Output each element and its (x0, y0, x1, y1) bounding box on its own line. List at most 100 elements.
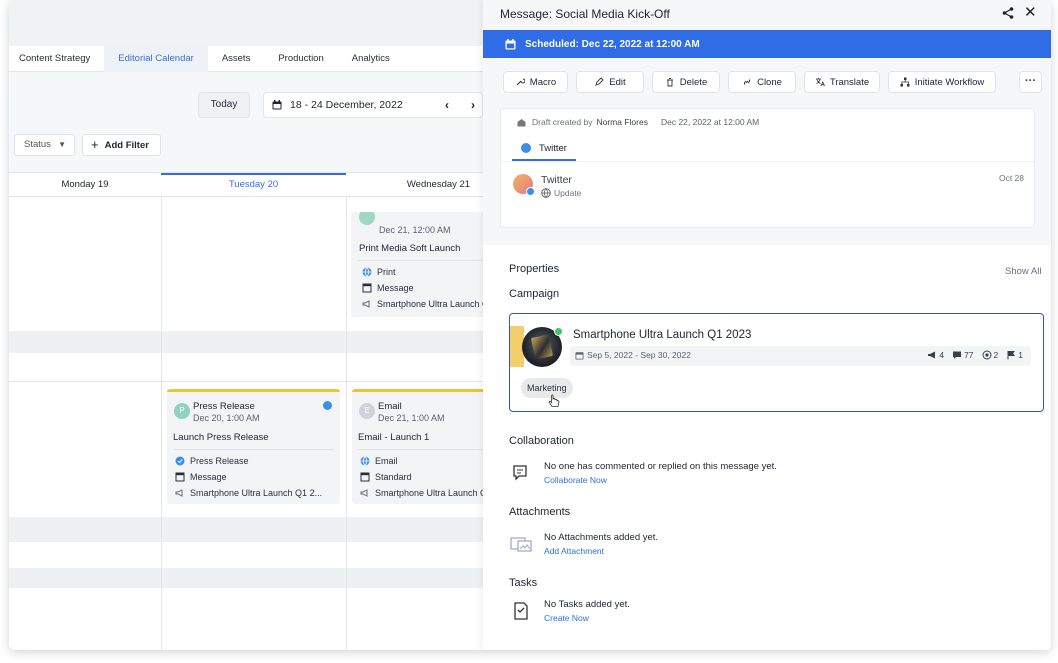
author-name[interactable]: Norma Flores (596, 117, 647, 127)
campaign-stat-messages: 77 (952, 350, 974, 360)
verified-icon (323, 401, 332, 410)
globe-icon (360, 456, 370, 466)
collaboration-empty: No one has commented or replied on this … (509, 461, 777, 485)
task-icon (514, 602, 528, 620)
tab-bar: Content Strategy Editorial Calendar Asse… (9, 46, 483, 72)
card-campaign-row: Smartphone Ultra Launch Q1 2023 (360, 488, 483, 498)
scheduled-text: Scheduled: Dec 22, 2022 at 12:00 AM (525, 38, 700, 50)
card-type: Press Release (193, 401, 255, 412)
calendar-card-print[interactable]: Dec 21, 12:00 AM Print Media Soft Launch… (351, 212, 483, 317)
target-icon (982, 350, 992, 360)
day-header-monday: Monday 19 (61, 179, 109, 190)
pencil-icon (595, 77, 604, 86)
card-title: Launch Press Release (173, 432, 269, 443)
card-type-row: Message (175, 472, 227, 482)
card-time: Dec 21, 12:00 AM (379, 225, 451, 235)
avatar (359, 212, 375, 225)
initiate-workflow-button[interactable]: Initiate Workflow (888, 71, 996, 93)
campaign-dates: Sep 5, 2022 - Sep 30, 2022 (575, 350, 691, 360)
card-campaign-row: Smartphone Ultra Launch Q1 2... (175, 488, 322, 498)
wrench-icon (516, 78, 525, 86)
post-channel-name: Twitter (541, 174, 572, 186)
megaphone-icon (928, 351, 936, 359)
day-header-tuesday: Tuesday 20 (161, 173, 346, 197)
card-time: Dec 21, 1:00 AM (378, 413, 445, 423)
more-options-button[interactable]: ··· (1019, 71, 1042, 93)
message-preview-box: Draft created by Norma Flores Dec 22, 20… (500, 108, 1035, 228)
workflow-icon (900, 77, 910, 87)
card-type: Email (378, 401, 402, 412)
tab-editorial-calendar[interactable]: Editorial Calendar (104, 46, 208, 72)
tasks-empty-text: No Tasks added yet. (544, 599, 630, 610)
megaphone-icon (360, 489, 368, 497)
add-attachment-link[interactable]: Add Attachment (544, 546, 658, 556)
card-time: Dec 20, 1:00 AM (193, 413, 260, 423)
attachments-heading: Attachments (509, 506, 571, 518)
tab-analytics[interactable]: Analytics (338, 46, 404, 72)
status-filter-dropdown[interactable]: Status ▼ (14, 134, 75, 156)
macro-button[interactable]: Macro (503, 71, 568, 93)
day-header-row: Monday 19 Tuesday 20 Wednesday 21 (9, 172, 483, 197)
collaboration-empty-text: No one has commented or replied on this … (544, 461, 777, 472)
tab-assets[interactable]: Assets (208, 46, 265, 72)
date-range-text: 18 - 24 December, 2022 (290, 99, 403, 111)
card-channel-row: Email (360, 456, 398, 466)
clone-button[interactable]: Clone (728, 71, 796, 93)
show-all-link[interactable]: Show All (1005, 266, 1041, 277)
collaborate-now-link[interactable]: Collaborate Now (544, 475, 777, 485)
translate-button[interactable]: Translate (804, 71, 880, 93)
card-title: Print Media Soft Launch (359, 243, 461, 254)
message-type-icon (360, 472, 370, 482)
tab-twitter[interactable]: Twitter (512, 137, 576, 161)
comment-icon (953, 351, 962, 359)
tasks-heading: Tasks (509, 577, 538, 589)
attachments-empty: No Attachments added yet. Add Attachment (509, 532, 658, 556)
press-release-icon (175, 456, 185, 466)
top-header-area (9, 0, 483, 46)
panel-title: Message: Social Media Kick-Off (500, 7, 670, 21)
card-title: Email - Launch 1 (358, 432, 430, 443)
close-icon[interactable]: ✕ (1024, 3, 1037, 21)
campaign-stats: 4 77 2 1 (919, 350, 1023, 360)
card-type-row: Standard (360, 472, 412, 482)
campaign-name: Smartphone Ultra Launch Q1 2023 (573, 329, 752, 341)
tab-production[interactable]: Production (264, 46, 337, 72)
message-detail-panel: Message: Social Media Kick-Off ✕ Schedul… (483, 0, 1051, 650)
message-type-icon (175, 472, 185, 482)
calendar-card-press-release[interactable]: P Press Release Dec 20, 1:00 AM Launch P… (167, 389, 340, 504)
campaign-stat-megaphone: 4 (927, 350, 944, 360)
campaign-tag-marketing[interactable]: Marketing (521, 378, 573, 398)
create-task-link[interactable]: Create Now (544, 613, 630, 623)
calendar-card-email[interactable]: E Email Dec 21, 1:00 AM Email - Launch 1… (352, 389, 483, 504)
link-icon (744, 79, 751, 85)
campaign-card[interactable]: Smartphone Ultra Launch Q1 2023 Sep 5, 2… (509, 313, 1044, 412)
comment-icon (513, 465, 527, 481)
card-channel-row: Press Release (175, 456, 249, 466)
app-window: Content Strategy Editorial Calendar Asse… (9, 0, 1051, 650)
avatar: E (359, 403, 375, 419)
chevron-left-icon[interactable]: ‹ (440, 98, 454, 112)
delete-button[interactable]: Delete (652, 71, 720, 93)
hand-cursor-icon (548, 394, 560, 407)
add-filter-button[interactable]: + Add Filter (82, 134, 161, 156)
campaign-stat-flag: 1 (1006, 350, 1023, 360)
avatar (513, 174, 535, 196)
campaign-info-bar: Sep 5, 2022 - Sep 30, 2022 4 77 2 1 (570, 346, 1031, 366)
calendar-icon (505, 38, 516, 49)
megaphone-icon (175, 489, 183, 497)
calendar-pane: Content Strategy Editorial Calendar Asse… (9, 0, 483, 650)
today-button[interactable]: Today (198, 92, 250, 118)
card-channel-row: Print (362, 267, 396, 277)
chevron-right-icon[interactable]: › (466, 98, 480, 112)
campaign-heading: Campaign (509, 288, 560, 300)
share-icon[interactable] (1001, 6, 1015, 20)
campaign-stat-target: 2 (982, 350, 998, 360)
flag-icon (1007, 351, 1016, 360)
status-dot (554, 327, 563, 336)
attachments-empty-text: No Attachments added yet. (544, 532, 659, 543)
post-date: Oct 28 (998, 173, 1024, 183)
calendar-icon (272, 100, 282, 110)
tab-content-strategy[interactable]: Content Strategy (9, 46, 104, 72)
edit-button[interactable]: Edit (576, 71, 644, 93)
post-type: Update (541, 188, 581, 198)
